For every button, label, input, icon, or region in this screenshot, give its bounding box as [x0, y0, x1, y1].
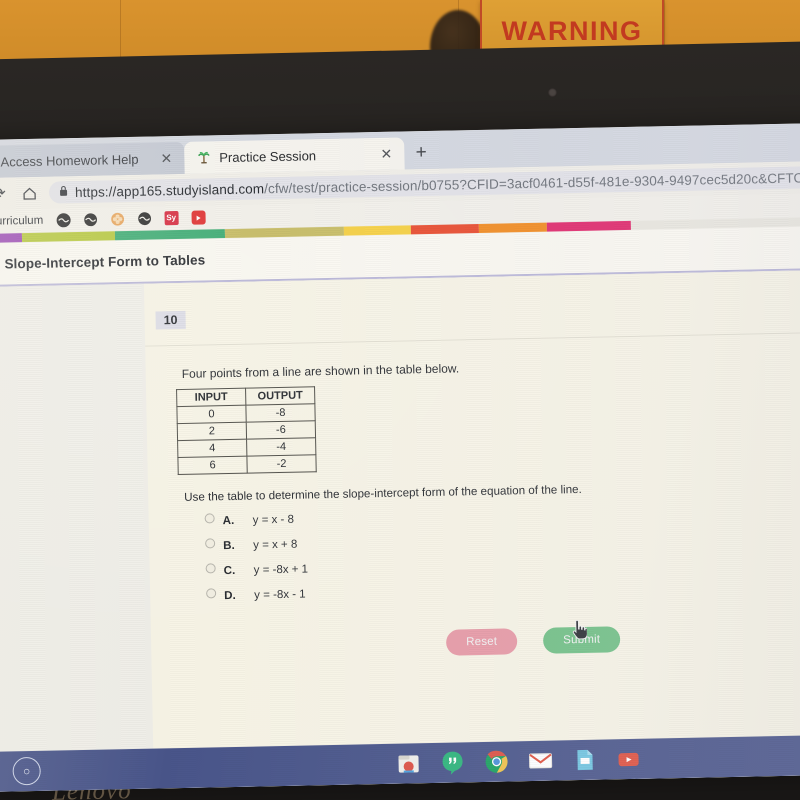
answer-choices: A. y = x - 8 B. y = x + 8 C. y = -8x + 1 D. y =…: [204, 512, 309, 614]
cell-output: -4: [246, 437, 316, 457]
home-icon[interactable]: [19, 183, 39, 203]
action-buttons: Reset Submit: [445, 619, 621, 656]
progress-segment-5: [411, 223, 480, 235]
choice-text: y = -8x - 1: [254, 588, 306, 602]
divider: [145, 331, 800, 347]
browser-tab-active[interactable]: Practice Session ✕: [183, 137, 405, 174]
progress-segment-4: [343, 225, 412, 236]
question-intro-text: Four points from a line are shown in the…: [181, 361, 460, 381]
new-tab-button[interactable]: +: [404, 137, 439, 170]
photo-of-laptop-screen: WARNING Lenovo o Access Homework Help ✕: [0, 0, 800, 800]
reload-icon[interactable]: ⟳: [0, 183, 9, 203]
answer-choice-c[interactable]: C. y = -8x + 1: [205, 562, 309, 589]
radio-button[interactable]: [206, 588, 217, 599]
lock-icon: [59, 185, 68, 199]
radio-button[interactable]: [204, 513, 215, 524]
cell-input: 0: [176, 405, 247, 424]
cell-input: 2: [177, 422, 247, 441]
question-number-badge: 10: [155, 310, 186, 330]
progress-segment-6: [478, 222, 547, 233]
submit-button[interactable]: Submit: [542, 619, 621, 654]
tab-title: o Access Homework Help: [0, 151, 139, 170]
hangouts-icon[interactable]: [439, 749, 466, 776]
table-row: 6 -2: [177, 454, 317, 475]
palm-tree-icon: [196, 150, 211, 165]
radio-button[interactable]: [205, 563, 216, 574]
cell-input: 4: [177, 439, 247, 458]
close-icon[interactable]: ✕: [146, 150, 172, 168]
column-header-input: INPUT: [176, 388, 246, 407]
page-title: Slope-Intercept Form to Tables: [4, 251, 206, 271]
bookmark-curriculum[interactable]: Curriculum: [0, 215, 43, 228]
globe-icon[interactable]: [137, 212, 151, 226]
choice-letter: C.: [223, 564, 236, 578]
choice-text: y = x - 8: [252, 513, 295, 527]
progress-segment-7: [546, 220, 632, 232]
browser-tab-background[interactable]: o Access Homework Help ✕: [0, 141, 185, 178]
choice-letter: D.: [224, 589, 236, 603]
globe-icon[interactable]: [83, 213, 97, 227]
sy-bookmark-label: Sy: [166, 213, 177, 223]
question-prompt: Use the table to determine the slope-int…: [184, 482, 582, 504]
mouse-cursor-hand-icon: [571, 619, 588, 640]
progress-segment-1: [22, 231, 116, 243]
choice-text: y = -8x + 1: [253, 563, 309, 577]
progress-segment-0: [0, 233, 23, 243]
answer-choice-a[interactable]: A. y = x - 8: [204, 512, 308, 539]
question-panel: 10 Four points from a line are shown in …: [143, 269, 800, 789]
shelf-icon-list: [395, 746, 641, 777]
tab-title: Practice Session: [219, 147, 317, 165]
choice-letter: A.: [222, 514, 235, 528]
reset-button[interactable]: Reset: [445, 628, 518, 656]
answer-choice-b[interactable]: B. y = x + 8: [205, 537, 308, 564]
flower-icon[interactable]: [110, 212, 124, 226]
page-body: 10 Four points from a line are shown in …: [0, 269, 800, 792]
globe-icon[interactable]: [56, 213, 71, 228]
chrome-icon[interactable]: [483, 748, 510, 775]
laptop-screen: o Access Homework Help ✕ Practice Sessio…: [0, 123, 800, 792]
column-header-output: OUTPUT: [245, 386, 315, 406]
choice-text: y = x + 8: [253, 538, 298, 552]
url-host: https://app165.studyisland.com: [74, 180, 265, 200]
close-icon[interactable]: ✕: [366, 145, 392, 163]
youtube-icon[interactable]: [191, 210, 206, 225]
cell-output: -6: [246, 420, 316, 440]
sy-bookmark-icon[interactable]: Sy: [164, 210, 179, 226]
answer-choice-d[interactable]: D. y = -8x - 1: [206, 587, 309, 614]
gmail-icon[interactable]: [527, 748, 554, 775]
cell-input: 6: [177, 456, 248, 475]
warning-sign-text: WARNING: [501, 15, 643, 46]
launcher-button[interactable]: ○: [12, 756, 41, 786]
cell-output: -2: [246, 454, 317, 474]
youtube-icon[interactable]: [615, 746, 642, 773]
points-table: INPUT OUTPUT 0 -8 2 -6 4 -4 6 -2: [176, 386, 317, 475]
files-icon[interactable]: [395, 750, 422, 777]
radio-button[interactable]: [205, 538, 216, 549]
choice-letter: B.: [223, 539, 235, 553]
cell-output: -8: [245, 403, 316, 423]
google-slides-icon[interactable]: [571, 747, 598, 774]
url-path: /cfw/test/practice-session/b0755?CFID=3a…: [264, 169, 800, 196]
